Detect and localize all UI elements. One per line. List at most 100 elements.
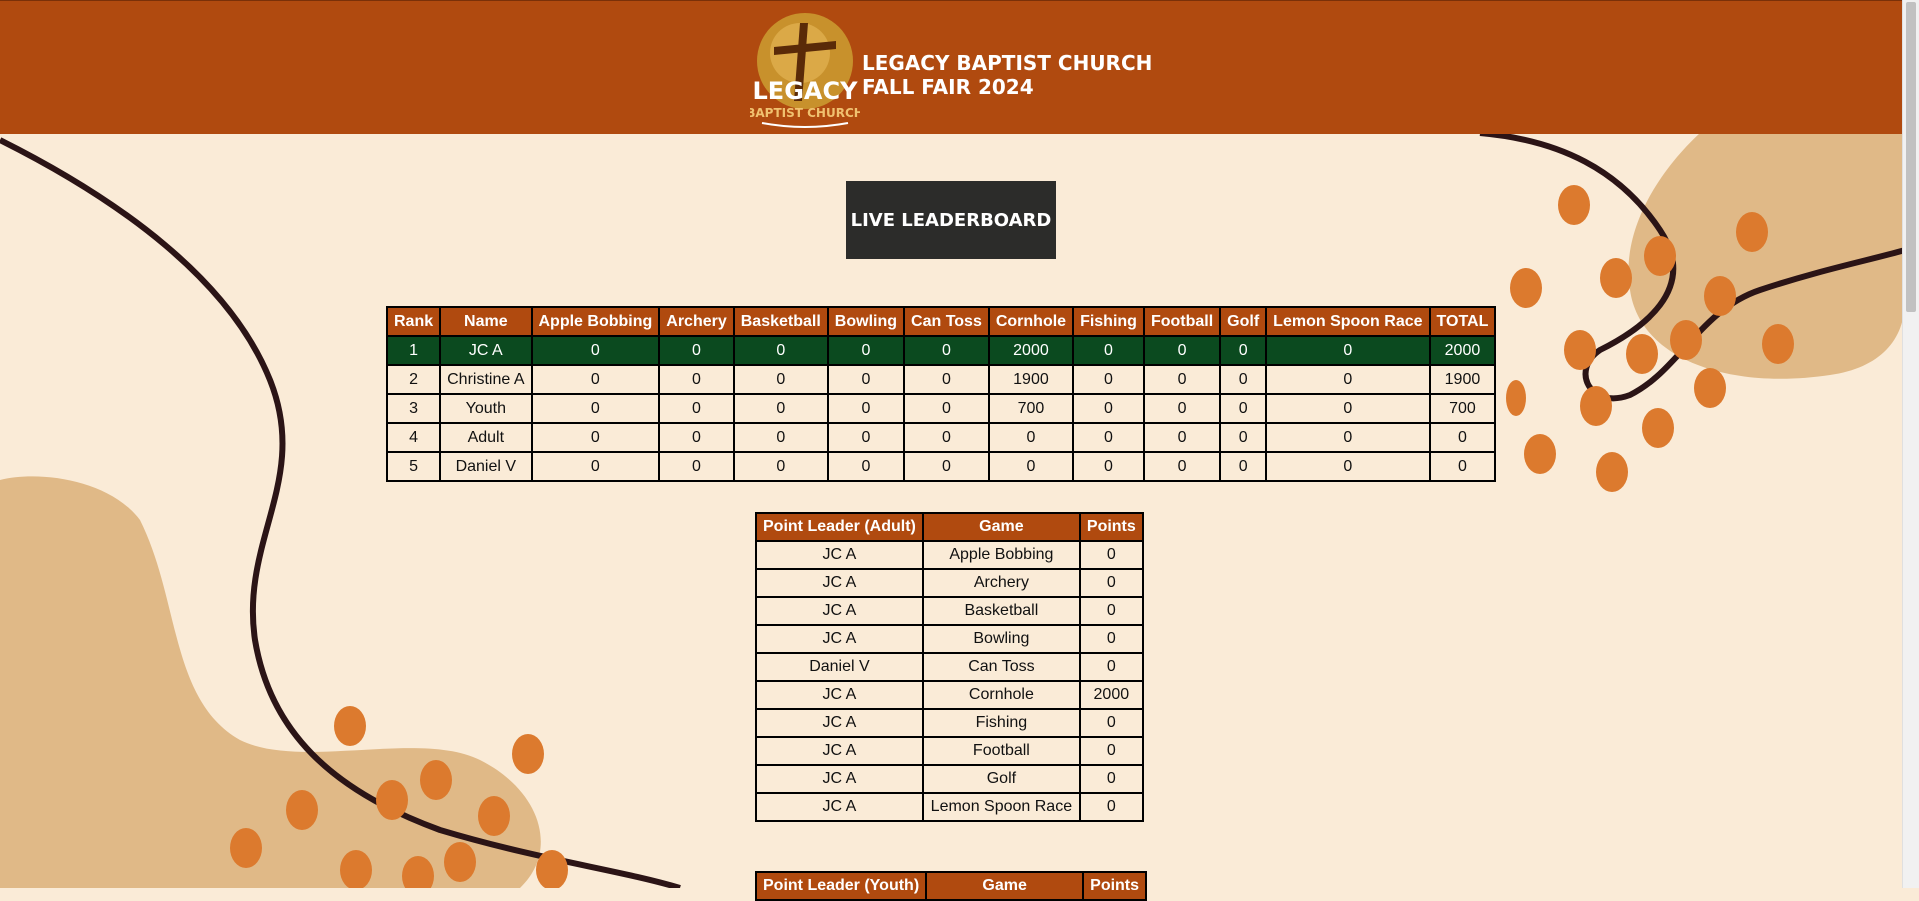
table-cell: 0 xyxy=(987,451,1075,482)
table-cell: Fishing xyxy=(921,708,1081,738)
adult-point-leaders-table: Point Leader (Adult) Game Points JC A App… xyxy=(755,512,1144,822)
table-cell: JC A xyxy=(755,736,924,766)
table-row: JC A Bowling 0 xyxy=(755,624,1144,654)
table-row: 2 Christine A 0 0 0 0 0 1900 0 0 0 0 190… xyxy=(385,364,1497,395)
table-cell: 2000 xyxy=(1078,680,1144,710)
column-header: Point Leader (Youth) xyxy=(754,871,928,901)
table-cell: 1 xyxy=(385,335,442,366)
table-cell: 0 xyxy=(1219,364,1268,395)
table-cell: Can Toss xyxy=(921,652,1081,682)
church-title: LEGACY BAPTIST CHURCH FALL FAIR 2024 xyxy=(862,51,1152,99)
church-logo[interactable]: LEGACY BAPTIST CHURCH xyxy=(750,11,860,129)
table-cell: 0 xyxy=(732,335,829,366)
table-cell: 0 xyxy=(903,393,990,424)
column-header: Fishing xyxy=(1072,306,1145,337)
table-cell: Lemon Spoon Race xyxy=(921,792,1081,822)
column-header: Game xyxy=(925,871,1085,901)
table-cell: 0 xyxy=(1142,422,1222,453)
column-header: Point Leader (Adult) xyxy=(755,512,924,542)
page-scrollbar[interactable] xyxy=(1902,0,1919,888)
table-cell: 0 xyxy=(1142,335,1222,366)
table-cell: 0 xyxy=(1072,422,1145,453)
table-cell: 0 xyxy=(1219,451,1268,482)
table-cell: JC A xyxy=(439,335,533,366)
event-name: FALL FAIR 2024 xyxy=(862,75,1034,99)
table-row: JC A Apple Bobbing 0 xyxy=(755,540,1144,570)
table-cell: 0 xyxy=(658,335,735,366)
table-cell: 700 xyxy=(987,393,1075,424)
scrollbar-thumb[interactable] xyxy=(1906,2,1916,312)
table-cell: 0 xyxy=(1265,422,1431,453)
table-cell: 3 xyxy=(385,393,442,424)
column-header: Cornhole xyxy=(987,306,1075,337)
table-cell: 0 xyxy=(1078,596,1144,626)
table-cell: 0 xyxy=(530,451,661,482)
table-cell: 0 xyxy=(826,393,906,424)
svg-text:BAPTIST CHURCH: BAPTIST CHURCH xyxy=(750,106,860,120)
table-cell: JC A xyxy=(755,624,924,654)
table-cell: 0 xyxy=(1265,393,1431,424)
table-cell: 4 xyxy=(385,422,442,453)
column-header: Lemon Spoon Race xyxy=(1265,306,1431,337)
column-header: Rank xyxy=(385,306,442,337)
table-cell: 0 xyxy=(1072,364,1145,395)
table-cell: 0 xyxy=(1142,451,1222,482)
table-cell: 0 xyxy=(732,393,829,424)
table-cell: 0 xyxy=(826,364,906,395)
table-cell: 0 xyxy=(658,451,735,482)
church-name: LEGACY BAPTIST CHURCH xyxy=(862,51,1153,75)
live-leaderboard-banner: LIVE LEADERBOARD xyxy=(846,181,1056,259)
table-cell: JC A xyxy=(755,792,924,822)
table-row: Daniel V Can Toss 0 xyxy=(755,652,1144,682)
table-cell: 0 xyxy=(1078,568,1144,598)
leaderboard-table: Rank Name Apple Bobbing Archery Basketba… xyxy=(385,306,1497,482)
table-row: JC A Cornhole 2000 xyxy=(755,680,1144,710)
table-cell: 0 xyxy=(1142,364,1222,395)
leaderboard-header-row: Rank Name Apple Bobbing Archery Basketba… xyxy=(385,306,1497,337)
table-cell: 0 xyxy=(732,364,829,395)
table-cell: JC A xyxy=(755,764,924,794)
table-cell: 0 xyxy=(530,364,661,395)
column-header: Points xyxy=(1078,512,1144,542)
table-cell: 0 xyxy=(826,422,906,453)
table-cell: 2000 xyxy=(1428,335,1497,366)
adult-header-row: Point Leader (Adult) Game Points xyxy=(755,512,1144,542)
table-row: 4 Adult 0 0 0 0 0 0 0 0 0 0 0 xyxy=(385,422,1497,453)
table-cell: Golf xyxy=(921,764,1081,794)
table-cell: 0 xyxy=(1072,451,1145,482)
svg-text:LEGACY: LEGACY xyxy=(753,77,859,105)
table-cell: 0 xyxy=(1219,422,1268,453)
table-cell: Archery xyxy=(921,568,1081,598)
table-cell: 0 xyxy=(1078,540,1144,570)
table-cell: 0 xyxy=(1078,764,1144,794)
table-cell: Adult xyxy=(439,422,533,453)
table-cell: 1900 xyxy=(987,364,1075,395)
table-row: JC A Football 0 xyxy=(755,736,1144,766)
table-cell: 0 xyxy=(1072,393,1145,424)
table-row: 5 Daniel V 0 0 0 0 0 0 0 0 0 0 0 xyxy=(385,451,1497,482)
table-cell: JC A xyxy=(755,540,924,570)
table-cell: 0 xyxy=(1219,335,1268,366)
table-cell: Apple Bobbing xyxy=(921,540,1081,570)
table-cell: JC A xyxy=(755,708,924,738)
table-row: JC A Golf 0 xyxy=(755,764,1144,794)
table-cell: 0 xyxy=(1072,335,1145,366)
table-cell: Daniel V xyxy=(755,652,924,682)
table-cell: 2 xyxy=(385,364,442,395)
column-header: Golf xyxy=(1219,306,1268,337)
table-cell: 0 xyxy=(1219,393,1268,424)
table-cell: 0 xyxy=(1078,792,1144,822)
table-cell: 0 xyxy=(1078,652,1144,682)
column-header: TOTAL xyxy=(1428,306,1497,337)
table-cell: 0 xyxy=(530,393,661,424)
table-cell: 0 xyxy=(658,393,735,424)
table-cell: Daniel V xyxy=(439,451,533,482)
table-cell: 0 xyxy=(1428,422,1497,453)
table-cell: Cornhole xyxy=(921,680,1081,710)
column-header: Name xyxy=(439,306,533,337)
column-header: Game xyxy=(921,512,1081,542)
table-cell: 0 xyxy=(530,335,661,366)
table-cell: 0 xyxy=(903,422,990,453)
table-cell: 0 xyxy=(826,335,906,366)
column-header: Basketball xyxy=(732,306,829,337)
